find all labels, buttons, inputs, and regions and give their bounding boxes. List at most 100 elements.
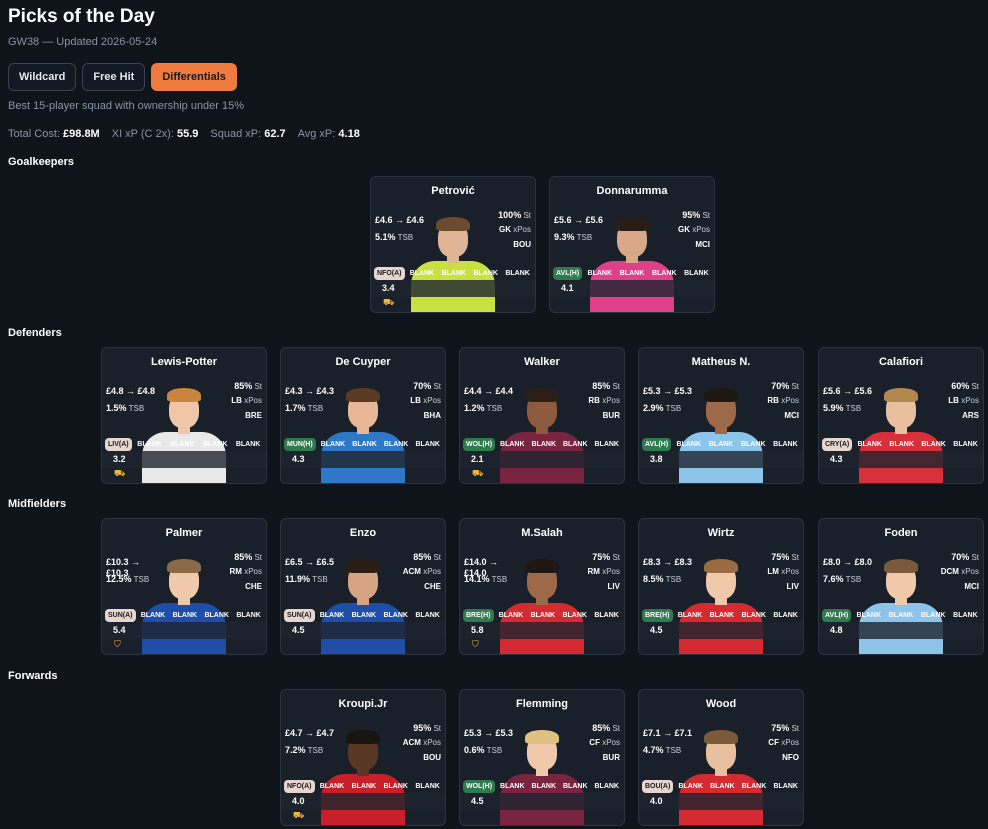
player-position: LM xPos bbox=[767, 567, 799, 576]
player-card[interactable]: Foden £8.0 → £8.0 7.6% TSB 70% St DCM xP… bbox=[818, 518, 984, 655]
player-ownership: 8.5% TSB bbox=[643, 574, 682, 584]
player-card[interactable]: Wirtz £8.3 → £8.3 8.5% TSB 75% St LM xPo… bbox=[638, 518, 804, 655]
player-card[interactable]: Kroupi.Jr £4.7 → £4.7 7.2% TSB 95% St AC… bbox=[280, 689, 446, 826]
fixture-row: MUN(H) BLANK BLANK BLANK BLANK bbox=[281, 436, 445, 453]
tab-wildcard[interactable]: Wildcard bbox=[8, 63, 77, 91]
player-start-chance: 95% St bbox=[682, 210, 710, 220]
fixture-chip: NFO(A) bbox=[374, 267, 405, 280]
fixture-chip: SUN(A) bbox=[105, 609, 136, 622]
player-card[interactable]: Wood £7.1 → £7.1 4.7% TSB 75% St CF xPos… bbox=[638, 689, 804, 826]
player-position: GK xPos bbox=[677, 225, 710, 234]
blank-gw: BLANK bbox=[441, 270, 467, 277]
player-name: Foden bbox=[884, 527, 918, 539]
player-position: LB xPos bbox=[410, 396, 441, 405]
blank-gw: BLANK bbox=[383, 783, 408, 790]
player-team: CHE bbox=[424, 582, 441, 591]
player-card[interactable]: De Cuyper £4.3 → £4.3 1.7% TSB 70% St LB… bbox=[280, 347, 446, 484]
player-team: BUR bbox=[602, 411, 620, 420]
player-card[interactable]: Matheus N. £5.3 → £5.3 2.9% TSB 70% St R… bbox=[638, 347, 804, 484]
blank-gw: BLANK bbox=[953, 441, 978, 448]
player-card[interactable]: Enzo £6.5 → £6.5 11.9% TSB 85% St ACM xP… bbox=[280, 518, 446, 655]
blank-gw: BLANK bbox=[505, 270, 530, 277]
player-name: Enzo bbox=[349, 527, 377, 539]
player-start-chance: 70% St bbox=[771, 381, 799, 391]
status-badge-icon: ⛉ bbox=[472, 639, 479, 649]
tab-free-hit[interactable]: Free Hit bbox=[82, 63, 146, 91]
player-price: £8.3 → £8.3 bbox=[643, 557, 693, 567]
player-start-chance: 75% St bbox=[771, 723, 799, 733]
blank-gw: BLANK bbox=[710, 783, 735, 790]
player-team: MCI bbox=[784, 411, 799, 420]
player-photo bbox=[857, 555, 945, 654]
player-price: £4.6 → £4.6 bbox=[375, 215, 425, 225]
player-position: RM xPos bbox=[229, 567, 262, 576]
player-name: Calafiori bbox=[878, 356, 923, 368]
blank-gw: BLANK bbox=[773, 783, 798, 790]
player-photo bbox=[319, 555, 407, 654]
player-photo bbox=[857, 384, 945, 483]
player-team: BOU bbox=[423, 753, 441, 762]
blank-gw: BLANK bbox=[953, 612, 978, 619]
player-card[interactable]: Calafiori £5.6 → £5.6 5.9% TSB 60% St LB… bbox=[818, 347, 984, 484]
blank-gw: BLANK bbox=[319, 783, 345, 790]
player-start-chance: 85% St bbox=[234, 552, 262, 562]
player-photo bbox=[319, 384, 407, 483]
player-xp: 4.0 bbox=[650, 796, 663, 806]
player-xp: 5.8 bbox=[471, 625, 484, 635]
page-subtitle: GW38 — Updated 2026-05-24 bbox=[8, 36, 158, 48]
player-ownership: 5.9% TSB bbox=[823, 403, 862, 413]
fixture-chip: SUN(A) bbox=[284, 609, 315, 622]
player-xp: 4.0 bbox=[292, 796, 305, 806]
player-ownership: 0.6% TSB bbox=[464, 745, 503, 755]
fixture-row: NFO(A) BLANK BLANK BLANK BLANK bbox=[371, 265, 535, 282]
player-xp: 5.4 bbox=[113, 625, 126, 635]
mode-tabs: Wildcard Free Hit Differentials bbox=[8, 63, 237, 91]
total-cost-stat: Total Cost: £98.8M bbox=[8, 128, 100, 140]
fixture-row: BOU(A) BLANK BLANK BLANK BLANK bbox=[639, 778, 803, 795]
player-photo bbox=[677, 726, 765, 825]
fixture-chip: LIV(A) bbox=[105, 438, 132, 451]
blank-gw: BLANK bbox=[563, 783, 588, 790]
tab-differentials[interactable]: Differentials bbox=[151, 63, 237, 91]
blank-gw: BLANK bbox=[676, 441, 702, 448]
status-badge-icon: ⛟ bbox=[383, 297, 395, 307]
player-card[interactable]: Petrović £4.6 → £4.6 5.1% TSB 100% St GK… bbox=[370, 176, 536, 313]
fixture-chip: WOL(H) bbox=[463, 780, 496, 793]
player-xp: 3.2 bbox=[113, 454, 126, 464]
player-team: BHA bbox=[423, 411, 441, 420]
player-position: CF xPos bbox=[589, 738, 620, 747]
player-xp: 4.5 bbox=[471, 796, 484, 806]
fixture-chip: NFO(A) bbox=[284, 780, 315, 793]
player-position: RB xPos bbox=[767, 396, 799, 405]
player-price: £5.6 → £5.6 bbox=[823, 386, 873, 396]
player-team: BUR bbox=[602, 753, 620, 762]
blank-gw: BLANK bbox=[888, 612, 914, 619]
blank-gw: BLANK bbox=[531, 441, 557, 448]
player-ownership: 5.1% TSB bbox=[375, 232, 414, 242]
blank-gw: BLANK bbox=[740, 441, 766, 448]
blank-gw: BLANK bbox=[498, 612, 524, 619]
fixture-row: BRE(H) BLANK BLANK BLANK BLANK bbox=[639, 607, 803, 624]
player-card[interactable]: Walker £4.4 → £4.4 1.2% TSB 85% St RB xP… bbox=[459, 347, 625, 484]
player-card[interactable]: Palmer £10.3 → £10.3 12.5% TSB 85% St RM… bbox=[101, 518, 267, 655]
blank-gw: BLANK bbox=[352, 441, 377, 448]
fixture-row: WOL(H) BLANK BLANK BLANK BLANK bbox=[460, 778, 624, 795]
player-start-chance: 85% St bbox=[413, 552, 441, 562]
fixture-row: SUN(A) BLANK BLANK BLANK BLANK bbox=[281, 607, 445, 624]
player-ownership: 9.3% TSB bbox=[554, 232, 593, 242]
player-card[interactable]: Lewis-Potter £4.8 → £4.8 1.5% TSB 85% St… bbox=[101, 347, 267, 484]
player-photo bbox=[677, 384, 765, 483]
blank-gw: BLANK bbox=[319, 612, 345, 619]
player-start-chance: 70% St bbox=[413, 381, 441, 391]
player-ownership: 1.5% TSB bbox=[106, 403, 145, 413]
blank-gw: BLANK bbox=[708, 441, 734, 448]
player-card[interactable]: Flemming £5.3 → £5.3 0.6% TSB 85% St CF … bbox=[459, 689, 625, 826]
player-card[interactable]: M.Salah £14.0 → £14.0 14.1% TSB 75% St R… bbox=[459, 518, 625, 655]
player-price: £6.5 → £6.5 bbox=[285, 557, 335, 567]
fixture-row: SUN(A) BLANK BLANK BLANK BLANK bbox=[102, 607, 266, 624]
player-photo bbox=[588, 213, 676, 312]
player-ownership: 2.9% TSB bbox=[643, 403, 682, 413]
player-card[interactable]: Donnarumma £5.6 → £5.6 9.3% TSB 95% St G… bbox=[549, 176, 715, 313]
player-xp: 2.1 bbox=[471, 454, 484, 464]
section-defenders: Defenders bbox=[8, 327, 62, 339]
